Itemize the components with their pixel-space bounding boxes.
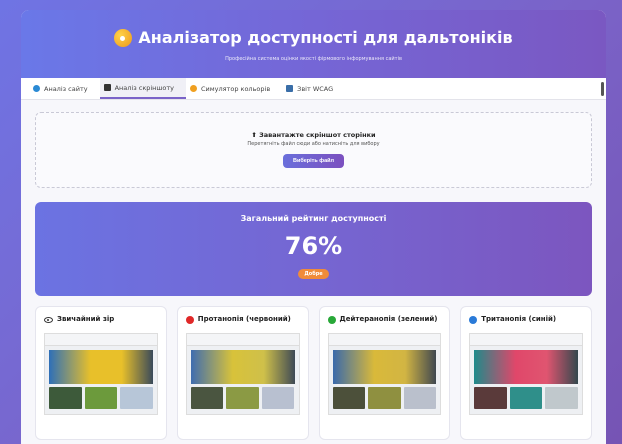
upload-title-text: Завантажте скріншот сторінки: [259, 131, 376, 139]
simulation-card-normal: Звичайний зір: [35, 306, 167, 440]
simulation-label: Протанопія (червоний): [197, 315, 291, 323]
score-title: Загальний рейтинг доступності: [240, 214, 387, 223]
tab-label: Аналіз скріншоту: [114, 83, 174, 92]
green-dot-icon: [327, 316, 336, 324]
simulation-grid: Звичайний зір Протанопія (червоний) Дейт…: [35, 306, 592, 440]
simulation-preview[interactable]: [327, 333, 442, 415]
palette-icon: [114, 28, 133, 47]
choose-file-button[interactable]: Виберіть файл: [282, 154, 345, 168]
blue-dot-icon: [469, 316, 478, 324]
score-value: 76%: [284, 232, 343, 260]
tab-screenshot-analysis[interactable]: Аналіз скріншоту: [99, 78, 186, 99]
scrollbar[interactable]: [601, 82, 604, 96]
simulation-card-protanopia: Протанопія (червоний): [176, 306, 309, 440]
score-badge: Добре: [298, 269, 329, 279]
score-panel: Загальний рейтинг доступності 76% Добре: [35, 202, 592, 296]
tab-wcag-report[interactable]: Звіт WCAG: [282, 78, 345, 99]
simulation-card-tritanopia: Тританопія (синій): [460, 306, 592, 440]
upload-title: ⬆ Завантажте скріншот сторінки: [36, 131, 591, 139]
app-card: Аналізатор доступності для дальтоніків П…: [21, 10, 606, 444]
page-title: Аналізатор доступності для дальтоніків: [138, 28, 513, 47]
report-icon: [286, 85, 294, 92]
tab-color-simulator[interactable]: Симулятор кольорів: [186, 78, 282, 99]
upload-dropzone[interactable]: ⬆ Завантажте скріншот сторінки Перетягні…: [35, 112, 592, 188]
tab-bar: Аналіз сайту Аналіз скріншоту Симулятор …: [21, 78, 606, 100]
simulation-preview[interactable]: [469, 333, 583, 415]
simulation-label: Тританопія (синій): [481, 315, 557, 323]
tab-label: Аналіз сайту: [44, 84, 88, 93]
upload-icon: ⬆: [251, 131, 257, 139]
page-title-wrap: Аналізатор доступності для дальтоніків: [114, 28, 513, 47]
simulation-card-deuteranopia: Дейтеранопія (зелений): [318, 306, 451, 440]
palette-icon: [189, 85, 197, 92]
image-icon: [103, 84, 111, 91]
header: Аналізатор доступності для дальтоніків П…: [21, 10, 606, 78]
simulation-preview[interactable]: [185, 333, 300, 415]
eye-icon: [44, 317, 53, 323]
red-dot-icon: [185, 316, 194, 324]
upload-subtitle: Перетягніть файл сюди або натисніть для …: [247, 141, 380, 147]
tab-site-analysis[interactable]: Аналіз сайту: [29, 78, 100, 99]
simulation-label: Звичайний зір: [57, 315, 115, 323]
simulation-preview[interactable]: [44, 333, 158, 415]
simulation-label: Дейтеранопія (зелений): [339, 315, 438, 323]
tab-label: Звіт WCAG: [297, 84, 334, 93]
globe-icon: [33, 85, 40, 92]
page-subtitle: Професійна система оцінки якості фірмово…: [225, 55, 402, 62]
tab-label: Симулятор кольорів: [200, 84, 271, 93]
